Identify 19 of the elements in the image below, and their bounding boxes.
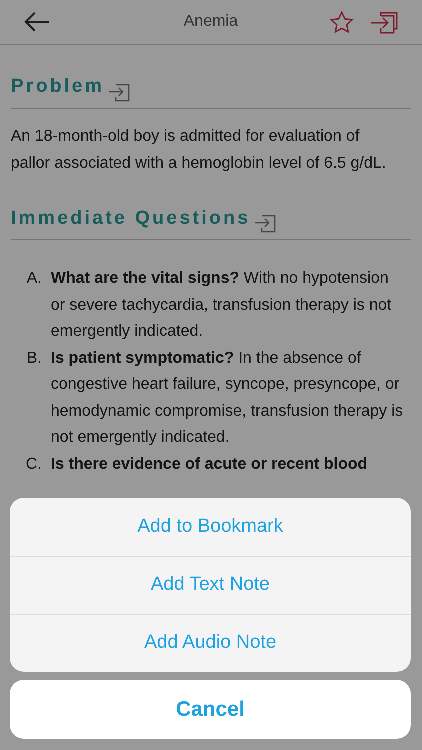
list-marker: A.: [26, 269, 43, 289]
action-button[interactable]: Add to Bookmark: [10, 498, 411, 556]
jump-icon[interactable]: [254, 213, 276, 233]
list-marker: C.: [25, 454, 43, 474]
cancel-button[interactable]: Cancel: [10, 680, 411, 739]
action-button[interactable]: Add Audio Note: [10, 614, 411, 672]
question-text: Is there evidence of acute or recent blood: [51, 454, 369, 474]
section-heading: Immediate Questions: [11, 206, 251, 230]
list-marker: B.: [26, 348, 43, 368]
action-button[interactable]: Add Text Note: [10, 556, 411, 614]
jump-icon[interactable]: [108, 82, 130, 102]
question-text: Is patient symptomatic? In the absence of congestive heart failure, syncope, presyncope, or hemodynamic compromise, transfusion therapy is not emergently indicated.: [51, 348, 404, 448]
star-icon[interactable]: [330, 10, 354, 34]
problem-paragraph: An 18-month-old boy is admitted for evaluation of pallor associated with a hemoglobin level of 6.5 g/dL.: [11, 126, 388, 174]
back-arrow-icon[interactable]: [24, 12, 50, 32]
page-title: Anemia: [184, 12, 238, 32]
export-icon[interactable]: [370, 10, 398, 34]
section-heading: Problem: [11, 75, 105, 99]
question-text: What are the vital signs? With no hypotension or severe tachycardia, transfusion therapy is not emergently indicated.: [51, 269, 393, 342]
